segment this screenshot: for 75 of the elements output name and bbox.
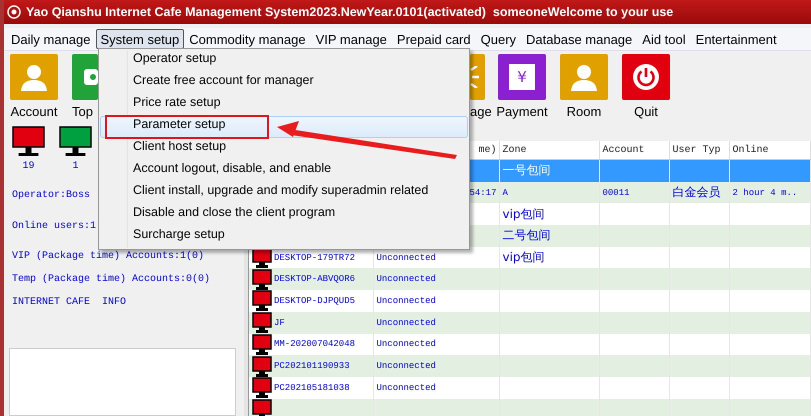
table-cell: 二号包间 — [502, 228, 550, 242]
monitor-icon — [252, 398, 272, 416]
table-row[interactable]: DESKTOP-ABVQOR6 Unconnected — [249, 268, 810, 290]
toolbar-label: Room — [566, 104, 602, 119]
person-icon — [570, 63, 598, 91]
table-cell: vip包间 — [502, 206, 545, 221]
table-cell: Unconnected — [376, 361, 436, 372]
monitor-icon — [252, 334, 272, 355]
toolbar-button[interactable] — [470, 54, 485, 100]
info-text: Online users:1 — [12, 221, 96, 232]
menu-item[interactable]: Parameter setup — [100, 116, 468, 138]
column-header: Zone — [502, 144, 527, 156]
monitor-icon — [252, 268, 272, 290]
power-icon — [632, 63, 660, 91]
table-row[interactable]: JF Unconnected — [249, 312, 810, 334]
table-cell: 一号包间 — [502, 163, 550, 178]
table-cell: Unconnected — [376, 252, 436, 263]
monitor-count: 19 — [22, 161, 34, 172]
toolbar-label: Top — [72, 104, 93, 119]
window-title: Yao Qianshu Internet Cafe Management System2023.NewYear.0101(activated) someoneWelcome to your use — [26, 5, 674, 19]
info-text: Operator:Boss — [12, 190, 90, 201]
table-cell: Unconnected — [376, 382, 436, 393]
info-text: INTERNET CAFE INFO — [12, 297, 126, 308]
table-cell: A — [502, 188, 508, 198]
table-cell: Unconnected — [376, 274, 436, 284]
table-cell: PC202101190933 — [274, 361, 350, 372]
column-header: User Typ — [672, 144, 721, 156]
menu-item[interactable]: Database manage — [521, 29, 638, 49]
monitor-icon — [252, 290, 272, 312]
monitor-icon — [252, 312, 272, 334]
table-cell: 2 hour 4 m.. — [732, 188, 798, 198]
toolbar-button[interactable]: ¥ — [498, 54, 546, 100]
table-cell: Unconnected — [376, 339, 436, 350]
toolbar-button[interactable] — [622, 54, 670, 100]
menu-item[interactable]: Query — [476, 29, 522, 49]
column-header: Online — [732, 144, 769, 156]
toolbar-button[interactable] — [72, 54, 98, 100]
table-cell: 54:17 — [469, 188, 496, 198]
menu-item[interactable]: Daily manage — [6, 29, 96, 49]
menu-item[interactable]: VIP manage — [310, 29, 392, 49]
info-text: Temp (Package time) Accounts:0(0) — [12, 274, 210, 285]
table-row[interactable]: PC202101190933 Unconnected — [249, 355, 810, 377]
table-cell: 白金会员 — [672, 185, 720, 200]
yen-icon: ¥ — [509, 64, 535, 90]
table-cell: DESKTOP-179TR72 — [274, 252, 356, 263]
menu-item[interactable]: Aid tool — [637, 29, 691, 49]
menu-item[interactable]: System setup — [96, 29, 184, 49]
monitor-icon — [252, 377, 272, 398]
table-cell: PC202105181038 — [274, 382, 350, 393]
monitor-icon — [252, 356, 272, 377]
menu-item[interactable]: Prepaid card — [392, 29, 476, 49]
column-header: Account — [602, 144, 645, 156]
app-logo-icon — [7, 5, 21, 19]
person-icon — [20, 63, 48, 91]
monitor-count: 1 — [72, 161, 78, 172]
table-cell: vip包间 — [502, 250, 545, 264]
table-cell: MM-202007042048 — [274, 339, 356, 350]
toolbar-button[interactable] — [560, 54, 608, 100]
table-cell: JF — [274, 318, 285, 328]
table-cell: Unconnected — [376, 296, 436, 306]
menu-item[interactable]: Entertainment — [690, 29, 782, 49]
info-text: VIP (Package time) Accounts:1(0) — [12, 251, 204, 262]
table-cell: 00011 — [602, 188, 630, 198]
lines-icon — [470, 66, 480, 88]
toolbar-label: Quit — [634, 104, 658, 119]
table-cell: DESKTOP-DJPQUD5 — [274, 296, 356, 306]
table-cell: Unconnected — [376, 318, 436, 328]
toolbar-label: age — [470, 104, 492, 119]
menu-item[interactable]: Commodity manage — [184, 29, 311, 49]
toolbar-label: Account — [10, 104, 58, 119]
table-cell: DESKTOP-ABVQOR6 — [274, 274, 356, 284]
toolbar-button[interactable] — [10, 54, 58, 100]
column-header: me) — [478, 144, 496, 156]
toolbar-label: Payment — [496, 104, 548, 119]
table-row[interactable] — [249, 398, 810, 416]
